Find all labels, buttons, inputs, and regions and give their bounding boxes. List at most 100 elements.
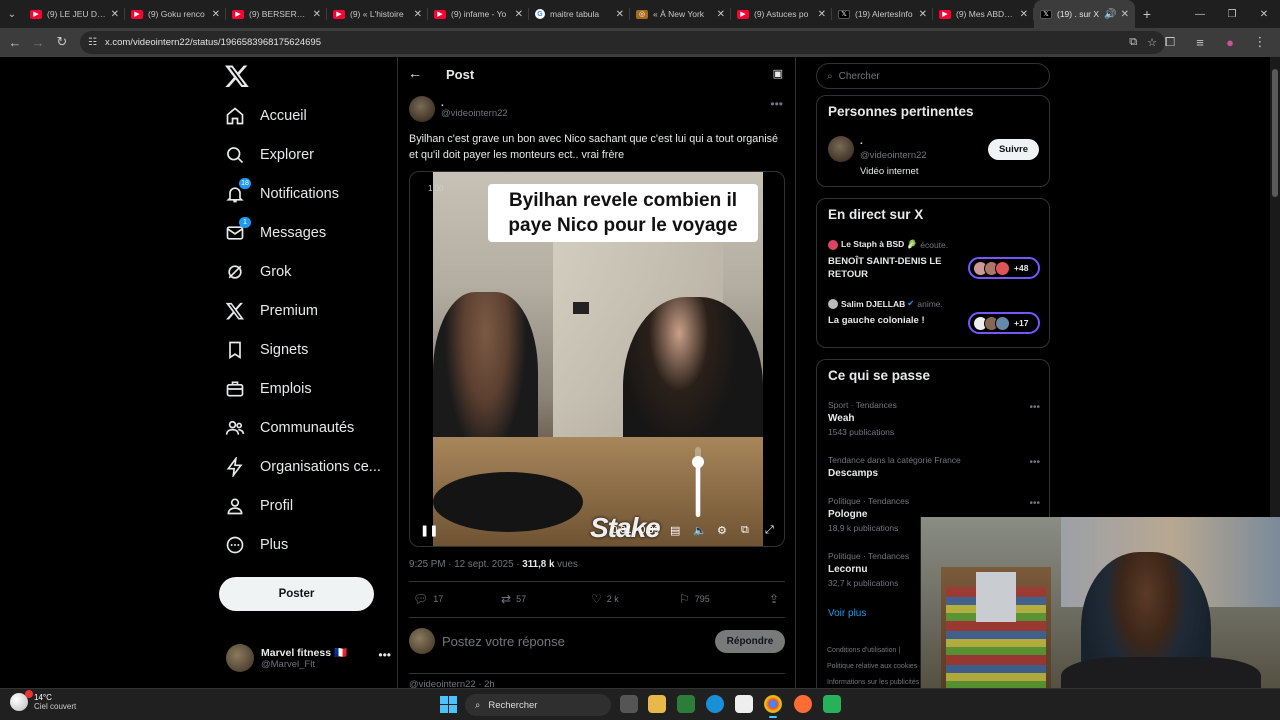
bookmark-star-icon[interactable]: ☆ xyxy=(1147,36,1157,49)
account-switcher[interactable]: Marvel fitness 🇫🇷 @Marvel_Flt ••• xyxy=(226,642,391,674)
live-listeners[interactable]: +48 xyxy=(968,257,1040,279)
more-dots-icon[interactable]: ••• xyxy=(770,97,783,111)
gear-icon[interactable]: ⚙ xyxy=(717,524,727,537)
nav-item-grok[interactable]: Grok xyxy=(224,257,291,287)
volume-slider[interactable] xyxy=(692,447,704,517)
taskbar-search[interactable]: ⌕ Rechercher xyxy=(465,694,611,716)
browser-tab[interactable]: ▶ (9) « L'histoire ✕ xyxy=(327,0,428,28)
reply-action[interactable]: 💬︎ 17 xyxy=(413,592,443,606)
close-icon[interactable]: ✕ xyxy=(212,9,220,20)
relevant-handle[interactable]: @videointern22 xyxy=(860,150,927,161)
close-icon[interactable]: ✕ xyxy=(111,9,119,20)
avatar[interactable] xyxy=(828,136,854,162)
profile-icon[interactable]: ● xyxy=(1218,30,1242,54)
share-action[interactable]: ⇪ xyxy=(769,592,784,606)
edge-icon[interactable] xyxy=(706,695,724,713)
trend-item[interactable]: Sport · Tendances Weah 1543 publications… xyxy=(828,400,1040,437)
show-more-link[interactable]: Voir plus xyxy=(828,608,866,619)
back-icon[interactable]: ← xyxy=(3,30,27,54)
nav-item-organisations[interactable]: Organisations ce... xyxy=(224,452,381,482)
trend-item[interactable]: Tendance dans la catégorie France Descam… xyxy=(828,455,1040,479)
footer-link[interactable]: Politique relative aux cookies xyxy=(827,659,927,675)
author-name[interactable]: . xyxy=(441,98,508,108)
more-dots-icon[interactable]: ••• xyxy=(1029,457,1040,468)
back-arrow-icon[interactable]: ← xyxy=(408,65,422,81)
picture-in-picture-icon[interactable]: ⧉ xyxy=(741,524,749,537)
nav-item-notifications[interactable]: 18 Notifications xyxy=(224,178,339,209)
windows-start-icon[interactable] xyxy=(440,696,457,713)
close-icon[interactable]: ✕ xyxy=(818,9,826,20)
browser-tab[interactable]: ▶ (9) Mes ABDOS ✕ xyxy=(933,0,1034,28)
captions-icon[interactable]: ▤ xyxy=(670,524,680,537)
browser-tab[interactable]: ▶ (9) Goku renco ✕ xyxy=(125,0,226,28)
browser-tab-active[interactable]: 𝕏 (19) . sur X 🔊 ✕ xyxy=(1034,0,1135,28)
nav-item-communautes[interactable]: Communautés xyxy=(224,413,354,443)
post-button[interactable]: Poster xyxy=(219,577,374,611)
more-dots-icon[interactable]: ••• xyxy=(1029,402,1040,413)
nav-item-emplois[interactable]: Emplois xyxy=(224,374,312,404)
fullscreen-icon[interactable]: ⤢ xyxy=(765,524,774,537)
close-icon[interactable]: ✕ xyxy=(414,9,422,20)
browser-tab[interactable]: ▶ (9) BERSERKOL ✕ xyxy=(226,0,327,28)
address-bar[interactable]: ☷ x.com/videointern22/status/19665839681… xyxy=(80,31,1165,54)
x-logo-icon[interactable] xyxy=(224,63,250,89)
file-explorer-icon[interactable] xyxy=(648,695,666,713)
browser-tab[interactable]: ▶ (9) LE JEU DIGI ✕ xyxy=(24,0,125,28)
like-action[interactable]: ♡ 2 k xyxy=(591,592,619,606)
search-input[interactable]: ⌕ Chercher xyxy=(816,63,1050,89)
video-player[interactable]: Byilhan revele combien il paye Nico pour… xyxy=(409,171,785,547)
close-icon[interactable]: ✕ xyxy=(1020,9,1028,20)
post-timestamp[interactable]: 9:25 PM · 12 sept. 2025 · xyxy=(409,559,522,570)
app-icon[interactable] xyxy=(823,695,841,713)
reload-icon[interactable]: ↻ xyxy=(50,30,74,54)
post-author[interactable]: . @videointern22 xyxy=(409,95,508,123)
browser-tab[interactable]: ▶ (9) infame - Yo ✕ xyxy=(428,0,529,28)
live-item[interactable]: Le Staph à BSD 🥬 écoute. BENOÎT SAINT-DEN… xyxy=(828,239,1040,281)
extensions-icon[interactable]: ⧠ xyxy=(1158,30,1182,54)
browser-tab[interactable]: 𝕏 (19) AlertesInfo ✕ xyxy=(832,0,933,28)
close-icon[interactable]: ✕ xyxy=(616,9,624,20)
maximize-icon[interactable]: ❐ xyxy=(1216,0,1248,28)
close-icon[interactable]: ✕ xyxy=(717,9,725,20)
cast-icon[interactable]: ⧉ xyxy=(1129,36,1137,49)
speaker-icon[interactable]: 🔊 xyxy=(1104,9,1116,20)
nav-item-messages[interactable]: 1 Messages xyxy=(224,217,326,248)
site-info-icon[interactable]: ☷ xyxy=(88,37,97,48)
relevant-name[interactable]: . xyxy=(860,136,863,147)
close-window-icon[interactable]: ✕ xyxy=(1248,0,1280,28)
firefox-icon[interactable] xyxy=(794,695,812,713)
reader-icon[interactable]: ▣ xyxy=(773,67,783,80)
nav-item-explorer[interactable]: Explorer xyxy=(224,140,314,170)
video-frame[interactable]: Byilhan revele combien il paye Nico pour… xyxy=(433,172,763,546)
volume-knob[interactable] xyxy=(692,456,704,468)
forward-icon[interactable]: → xyxy=(26,30,50,54)
bookmark-action[interactable]: ⚐ 795 xyxy=(679,592,710,606)
nav-item-accueil[interactable]: Accueil xyxy=(224,101,307,131)
repost-action[interactable]: ⇄ 57 xyxy=(501,592,526,606)
chrome-icon[interactable] xyxy=(764,695,782,718)
reply-input[interactable]: Postez votre réponse xyxy=(442,634,565,649)
pause-icon[interactable]: ❚❚ xyxy=(420,524,438,537)
menu-icon[interactable]: ⋮ xyxy=(1248,30,1272,54)
nav-item-profil[interactable]: Profil xyxy=(224,491,293,521)
browser-tab[interactable]: ▶ (9) Astuces po ✕ xyxy=(731,0,832,28)
speaker-icon[interactable]: 🔈 xyxy=(693,524,707,537)
browser-tab[interactable]: Gmaitre tabula ✕ xyxy=(529,0,630,28)
footer-link[interactable]: Informations sur les publicités xyxy=(827,675,927,688)
nav-item-plus[interactable]: Plus xyxy=(224,530,288,560)
browser-tab[interactable]: ◎ « À New York ✕ xyxy=(630,0,731,28)
scrollbar-thumb[interactable] xyxy=(1272,69,1278,197)
close-icon[interactable]: ✕ xyxy=(1121,9,1129,20)
close-icon[interactable]: ✕ xyxy=(515,9,523,20)
reply-button[interactable]: Répondre xyxy=(715,630,785,653)
weather-widget[interactable]: 14°C Ciel couvert xyxy=(10,690,76,711)
new-tab-button[interactable]: + xyxy=(1135,6,1159,22)
close-icon[interactable]: ✕ xyxy=(919,9,927,20)
footer-link[interactable]: Conditions d'utilisation | xyxy=(827,643,927,659)
tab-search-icon[interactable]: ⌄ xyxy=(0,0,24,28)
live-listeners[interactable]: +17 xyxy=(968,312,1040,334)
avatar[interactable] xyxy=(409,96,435,122)
more-dots-icon[interactable]: ••• xyxy=(1029,498,1040,509)
minimize-icon[interactable]: — xyxy=(1184,0,1216,28)
store-icon[interactable] xyxy=(735,695,753,713)
